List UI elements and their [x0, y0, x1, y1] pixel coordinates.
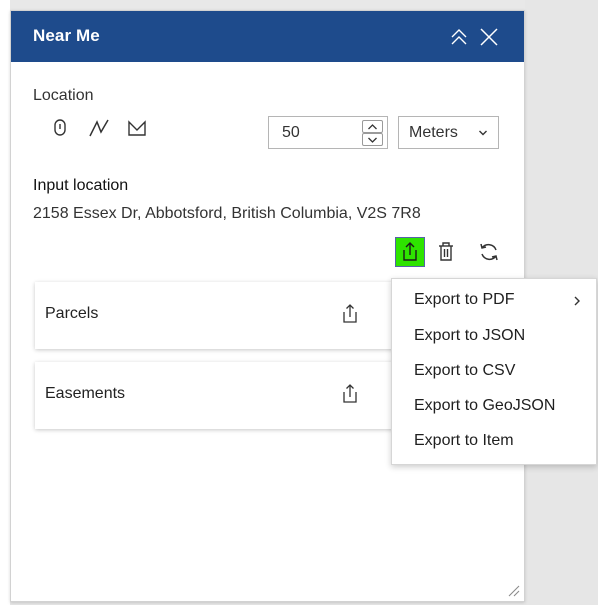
refresh-icon	[480, 243, 498, 261]
menu-item-label: Export to PDF	[414, 291, 515, 308]
decrement-button[interactable]	[362, 133, 383, 146]
chevron-down-icon	[479, 130, 487, 136]
menu-item-export-item[interactable]: Export to Item	[392, 424, 596, 460]
input-location-address: 2158 Essex Dr, Abbotsford, British Colum…	[33, 205, 421, 222]
location-label: Location	[33, 87, 94, 104]
menu-item-export-json[interactable]: Export to JSON	[392, 319, 596, 355]
export-icon	[343, 304, 357, 323]
background-left	[0, 0, 10, 605]
refresh-button[interactable]	[474, 237, 504, 267]
export-icon	[343, 384, 357, 403]
close-icon	[480, 28, 498, 46]
menu-item-export-csv[interactable]: Export to CSV	[392, 354, 596, 390]
point-tool-button[interactable]	[47, 115, 73, 141]
collapse-button[interactable]	[447, 25, 471, 49]
unit-selected-value: Meters	[409, 124, 458, 141]
menu-item-label: Export to CSV	[414, 362, 516, 379]
menu-item-export-geojson[interactable]: Export to GeoJSON	[392, 389, 596, 425]
input-location-title: Input location	[33, 177, 129, 194]
menu-item-label: Export to Item	[414, 432, 514, 449]
panel-header: Near Me	[11, 11, 524, 62]
point-icon	[54, 119, 66, 136]
export-button[interactable]	[395, 237, 425, 267]
layer-export-button[interactable]	[338, 382, 362, 406]
increment-button[interactable]	[362, 120, 383, 133]
chevron-right-icon	[574, 296, 580, 306]
double-chevron-up-icon	[451, 29, 467, 45]
chevron-down-icon	[368, 137, 377, 143]
layer-export-button[interactable]	[338, 302, 362, 326]
export-icon	[403, 242, 417, 261]
chevron-up-icon	[368, 124, 377, 130]
export-menu: Export to PDF Export to JSON Export to C…	[391, 278, 597, 465]
distance-stepper	[357, 117, 387, 148]
menu-item-label: Export to GeoJSON	[414, 397, 556, 414]
clear-button[interactable]	[431, 237, 461, 267]
polyline-tool-button[interactable]	[86, 115, 112, 141]
unit-select[interactable]: Meters	[398, 116, 499, 149]
polyline-icon	[89, 119, 109, 137]
panel-title: Near Me	[33, 26, 100, 45]
menu-item-export-pdf[interactable]: Export to PDF	[392, 283, 596, 319]
trash-icon	[439, 242, 453, 261]
distance-value-field[interactable]	[269, 117, 357, 148]
layer-label: Parcels	[45, 305, 99, 322]
close-button[interactable]	[477, 25, 501, 49]
menu-item-label: Export to JSON	[414, 327, 526, 344]
layer-label: Easements	[45, 385, 126, 402]
distance-input	[268, 116, 388, 149]
polygon-tool-button[interactable]	[124, 115, 150, 141]
resize-handle-icon[interactable]	[506, 583, 520, 597]
polygon-icon	[128, 120, 146, 136]
